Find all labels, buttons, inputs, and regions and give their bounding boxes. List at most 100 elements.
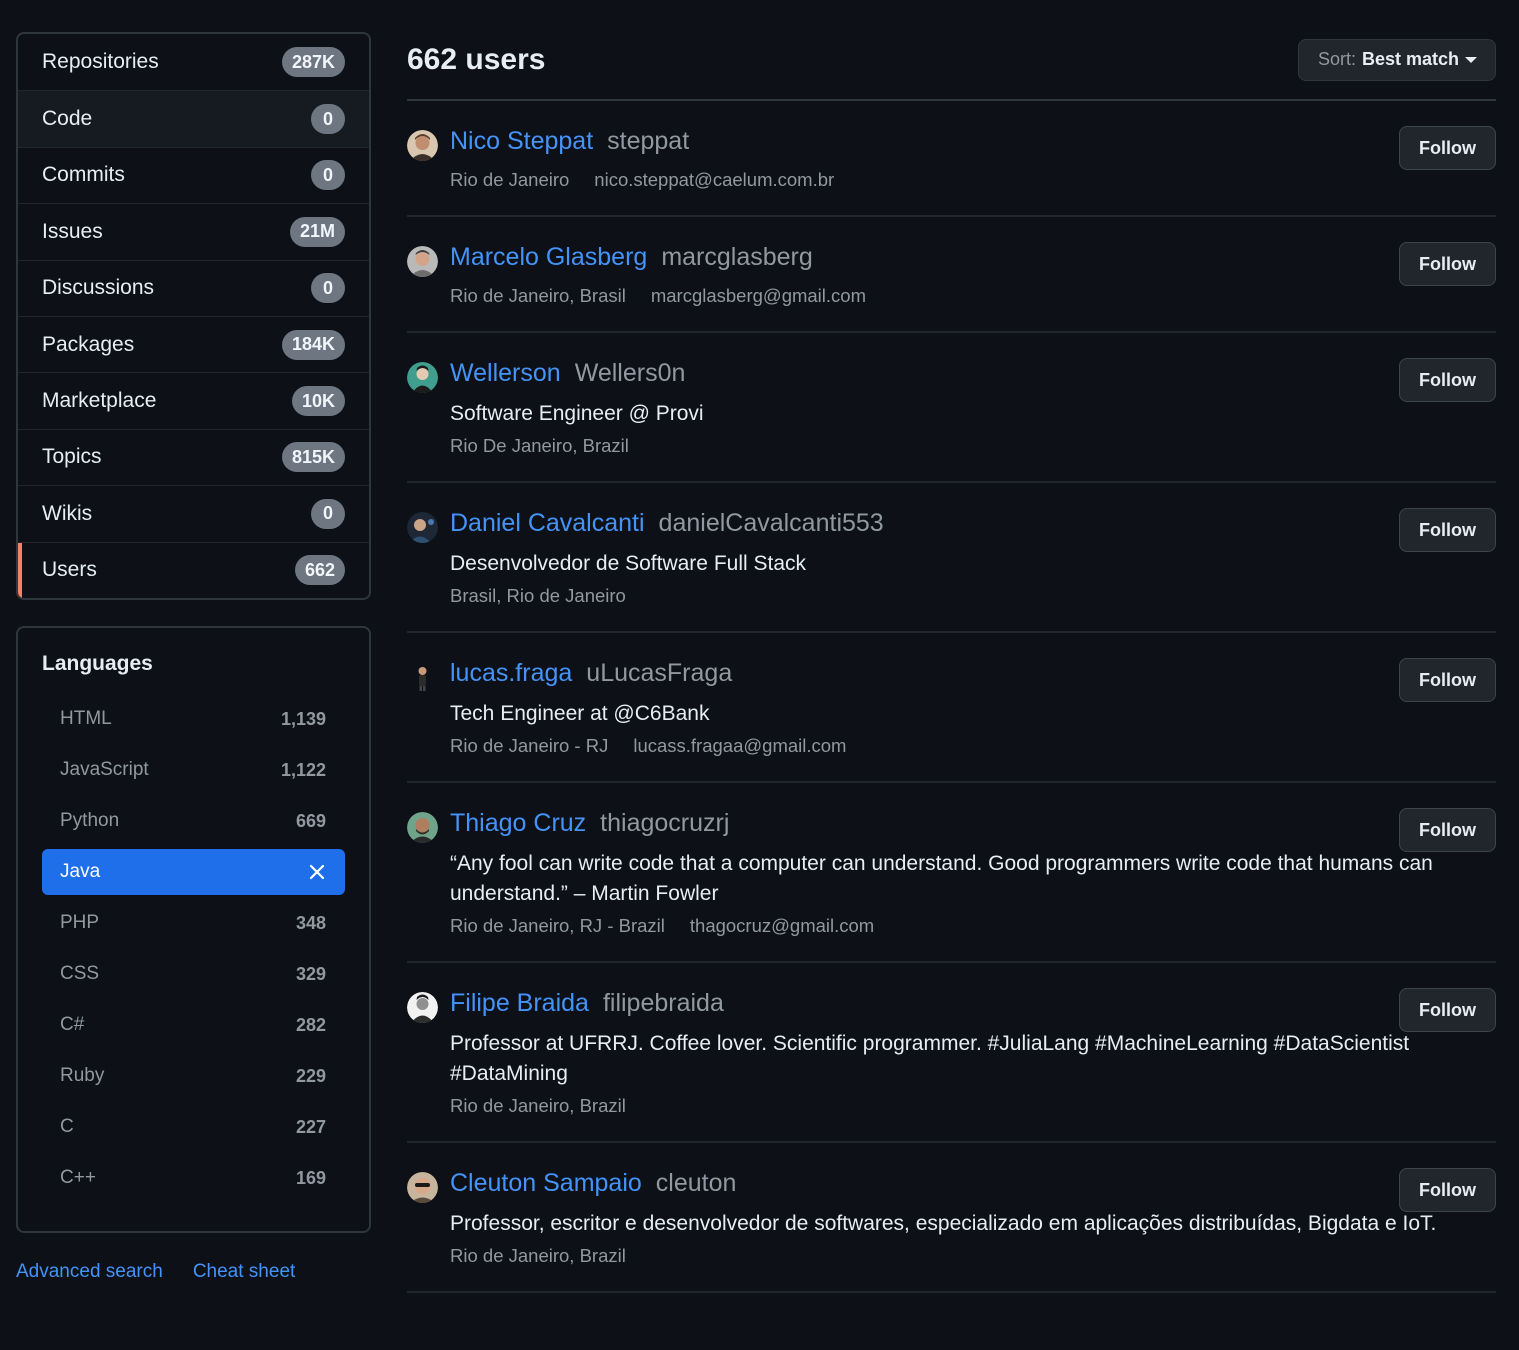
follow-button[interactable]: Follow xyxy=(1399,988,1496,1032)
user-login: thiagocruzrj xyxy=(600,809,730,837)
language-label: Python xyxy=(60,810,120,832)
user-bio: Professor at UFRRJ. Coffee lover. Scient… xyxy=(450,1032,1410,1085)
typenav-label: Code xyxy=(42,107,93,131)
sort-label: Sort: xyxy=(1317,49,1356,69)
avatar[interactable] xyxy=(407,246,438,277)
typenav-label: Packages xyxy=(42,332,135,356)
user-meta: Rio de Janeiro, RJ - Brazil thagocruz@gm… xyxy=(450,915,1496,937)
languages-title: Languages xyxy=(42,651,153,675)
language-filter-csharp[interactable]: C# 282 xyxy=(42,1000,345,1051)
language-label: PHP xyxy=(60,912,100,934)
user-location: Rio de Janeiro xyxy=(450,169,570,190)
typenav-item-packages[interactable]: Packages 184K xyxy=(18,315,369,372)
user-meta: Rio de Janeiro, Brazil xyxy=(450,1095,1496,1117)
count-badge: 21M xyxy=(289,216,345,247)
language-count: 169 xyxy=(295,1167,326,1188)
avatar[interactable] xyxy=(407,992,438,1023)
user-name-link[interactable]: Daniel Cavalcanti xyxy=(450,509,645,538)
user-meta: Rio de Janeiro, Brasil marcglasberg@gmai… xyxy=(450,285,1496,307)
typenav-item-issues[interactable]: Issues 21M xyxy=(18,203,369,259)
typenav-label: Repositories xyxy=(42,50,159,74)
user-name-link[interactable]: Nico Steppat xyxy=(450,127,593,156)
language-count: 1,122 xyxy=(280,759,326,780)
user-result: lucas.fraga uLucasFraga Tech Engineer at… xyxy=(407,633,1496,783)
user-result: Wellerson Wellers0n Software Engineer @ … xyxy=(407,333,1496,483)
typenav-item-users[interactable]: Users 662 xyxy=(18,541,369,598)
count-badge: 10K xyxy=(291,386,345,417)
typenav-item-discussions[interactable]: Discussions 0 xyxy=(18,259,369,316)
follow-button[interactable]: Follow xyxy=(1399,126,1496,170)
language-label: HTML xyxy=(60,708,112,730)
typenav-label: Topics xyxy=(42,445,102,469)
user-bio: Tech Engineer at @C6Bank xyxy=(450,702,710,725)
user-login: marcglasberg xyxy=(661,243,813,271)
follow-button[interactable]: Follow xyxy=(1399,808,1496,852)
avatar[interactable] xyxy=(407,130,438,161)
language-filter-c[interactable]: C 227 xyxy=(42,1102,345,1153)
cheat-sheet-link[interactable]: Cheat sheet xyxy=(193,1261,295,1283)
user-name-link[interactable]: Cleuton Sampaio xyxy=(450,1169,642,1198)
results-header: 662 users Sort: Best match xyxy=(407,32,1496,101)
typenav-item-repositories[interactable]: Repositories 287K xyxy=(18,34,369,90)
language-filter-ruby[interactable]: Ruby 229 xyxy=(42,1051,345,1102)
language-filter-java[interactable]: Java xyxy=(42,848,345,895)
follow-button[interactable]: Follow xyxy=(1399,1168,1496,1212)
count-badge: 0 xyxy=(311,104,345,135)
user-meta: Rio De Janeiro, Brazil xyxy=(450,435,1496,457)
user-location: Rio de Janeiro, Brazil xyxy=(450,1095,626,1116)
user-result: Cleuton Sampaio cleuton Professor, escri… xyxy=(407,1143,1496,1293)
user-login: uLucasFraga xyxy=(586,659,733,687)
language-label: Java xyxy=(60,860,101,882)
typenav-item-marketplace[interactable]: Marketplace 10K xyxy=(18,372,369,428)
language-label: CSS xyxy=(60,963,100,985)
language-count: 348 xyxy=(295,912,326,933)
avatar[interactable] xyxy=(407,812,438,843)
typenav-item-wikis[interactable]: Wikis 0 xyxy=(18,485,369,541)
user-meta: Rio de Janeiro, Brazil xyxy=(450,1245,1496,1267)
user-meta: Rio de Janeiro - RJ lucass.fragaa@gmail.… xyxy=(450,735,1496,757)
typenav-item-commits[interactable]: Commits 0 xyxy=(18,146,369,203)
language-label: C# xyxy=(60,1014,85,1036)
sort-value: Best match xyxy=(1361,49,1459,69)
user-name-link[interactable]: Marcelo Glasberg xyxy=(450,243,647,272)
typenav-item-topics[interactable]: Topics 815K xyxy=(18,428,369,485)
follow-button[interactable]: Follow xyxy=(1399,508,1496,552)
typenav-label: Marketplace xyxy=(42,389,157,413)
typenav-label: Issues xyxy=(42,219,103,243)
language-filter-javascript[interactable]: JavaScript 1,122 xyxy=(42,745,345,796)
count-badge: 184K xyxy=(281,329,345,360)
follow-button[interactable]: Follow xyxy=(1399,242,1496,286)
typenav-item-code[interactable]: Code 0 xyxy=(18,90,369,147)
close-icon[interactable] xyxy=(308,863,326,881)
language-label: JavaScript xyxy=(60,759,149,781)
user-name-link[interactable]: Thiago Cruz xyxy=(450,809,586,838)
user-name-link[interactable]: Filipe Braida xyxy=(450,989,589,1018)
user-meta: Rio de Janeiro nico.steppat@caelum.com.b… xyxy=(450,169,1496,191)
language-filter-html[interactable]: HTML 1,139 xyxy=(42,694,345,745)
user-name-link[interactable]: lucas.fraga xyxy=(450,659,572,688)
advanced-search-link[interactable]: Advanced search xyxy=(16,1261,163,1283)
user-result: Marcelo Glasberg marcglasberg Rio de Jan… xyxy=(407,217,1496,333)
follow-button[interactable]: Follow xyxy=(1399,358,1496,402)
language-count: 229 xyxy=(295,1065,326,1086)
user-login: filipebraida xyxy=(602,989,724,1017)
left-sidebar: Repositories 287K Code 0 Commits 0 Issue… xyxy=(16,32,371,1283)
language-filter-python[interactable]: Python 669 xyxy=(42,796,345,847)
typenav-label: Discussions xyxy=(42,276,155,300)
avatar[interactable] xyxy=(407,1172,438,1203)
count-badge: 0 xyxy=(311,498,345,529)
user-bio: “Any fool can write code that a computer… xyxy=(450,852,1433,905)
sort-dropdown-button[interactable]: Sort: Best match xyxy=(1297,38,1496,81)
language-label: Ruby xyxy=(60,1065,105,1087)
user-name-link[interactable]: Wellerson xyxy=(450,359,561,388)
language-filter-css[interactable]: CSS 329 xyxy=(42,949,345,1000)
language-filter-cpp[interactable]: C++ 169 xyxy=(42,1153,345,1204)
avatar[interactable] xyxy=(407,662,438,693)
languages-filter: Languages HTML 1,139 JavaScript 1,122 Py… xyxy=(16,625,371,1233)
language-count: 329 xyxy=(295,963,326,984)
language-filter-php[interactable]: PHP 348 xyxy=(42,898,345,949)
avatar[interactable] xyxy=(407,512,438,543)
follow-button[interactable]: Follow xyxy=(1399,658,1496,702)
typenav-label: Commits xyxy=(42,163,125,187)
avatar[interactable] xyxy=(407,362,438,393)
